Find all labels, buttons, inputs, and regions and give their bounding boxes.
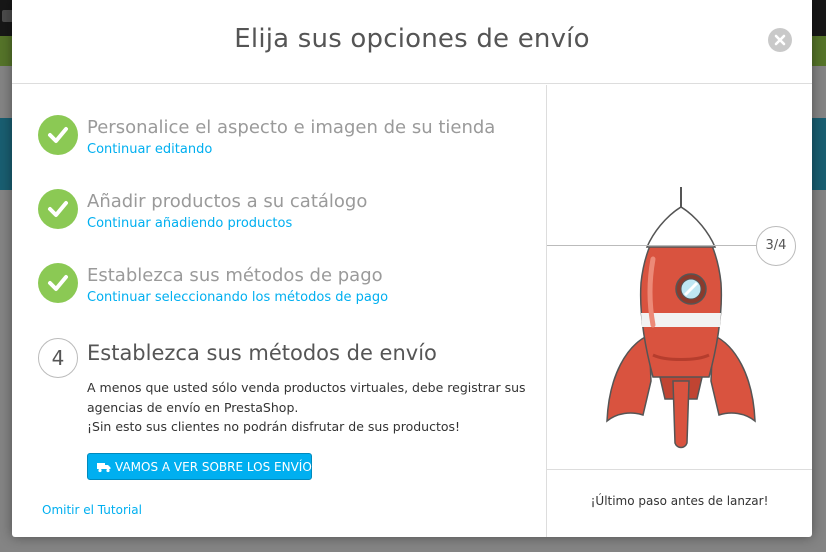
progress-line: [547, 245, 757, 246]
check-icon: [38, 263, 78, 303]
description-line: A menos que usted sólo venda productos v…: [87, 380, 526, 395]
current-step-description: A menos que usted sólo venda productos v…: [87, 378, 527, 437]
shipping-button[interactable]: VAMOS A VER SOBRE LOS ENVÍOS: [87, 453, 319, 480]
description-line: ¡Sin esto sus clientes no podrán disfrut…: [87, 419, 461, 434]
step-title: Establezca sus métodos de pago: [87, 265, 383, 286]
steps-column: Personalice el aspecto e imagen de su ti…: [12, 85, 546, 537]
right-footer: ¡Último paso antes de lanzar!: [547, 469, 812, 537]
check-icon: [38, 189, 78, 229]
continue-editing-link[interactable]: Continuar editando: [87, 142, 212, 157]
progress-column: 3/4 ¡Último paso antes de lanzar!: [546, 85, 812, 537]
continue-adding-products-link[interactable]: Continuar añadiendo productos: [87, 216, 292, 231]
step-number: 4: [38, 338, 78, 378]
onboarding-modal: Elija sus opciones de envío Personalice …: [12, 0, 812, 537]
step-title: Añadir productos a su catálogo: [87, 191, 368, 212]
description-line: agencias de envío en PrestaShop.: [87, 399, 299, 415]
modal-header: Elija sus opciones de envío: [12, 0, 812, 84]
rocket-icon: [606, 187, 756, 449]
shipping-button-label: VAMOS A VER SOBRE LOS ENVÍOS: [115, 460, 320, 474]
check-icon: [38, 115, 78, 155]
right-footer-text: ¡Último paso antes de lanzar!: [590, 494, 769, 508]
truck-icon: [97, 463, 111, 473]
current-step-title: Establezca sus métodos de envío: [87, 341, 437, 365]
continue-payment-link[interactable]: Continuar seleccionando los métodos de p…: [87, 290, 388, 305]
progress-badge: 3/4: [756, 226, 796, 266]
close-icon[interactable]: [768, 28, 792, 52]
skip-tutorial-link[interactable]: Omitir el Tutorial: [42, 503, 142, 517]
step-title: Personalice el aspecto e imagen de su ti…: [87, 117, 496, 138]
modal-title: Elija sus opciones de envío: [234, 24, 590, 54]
